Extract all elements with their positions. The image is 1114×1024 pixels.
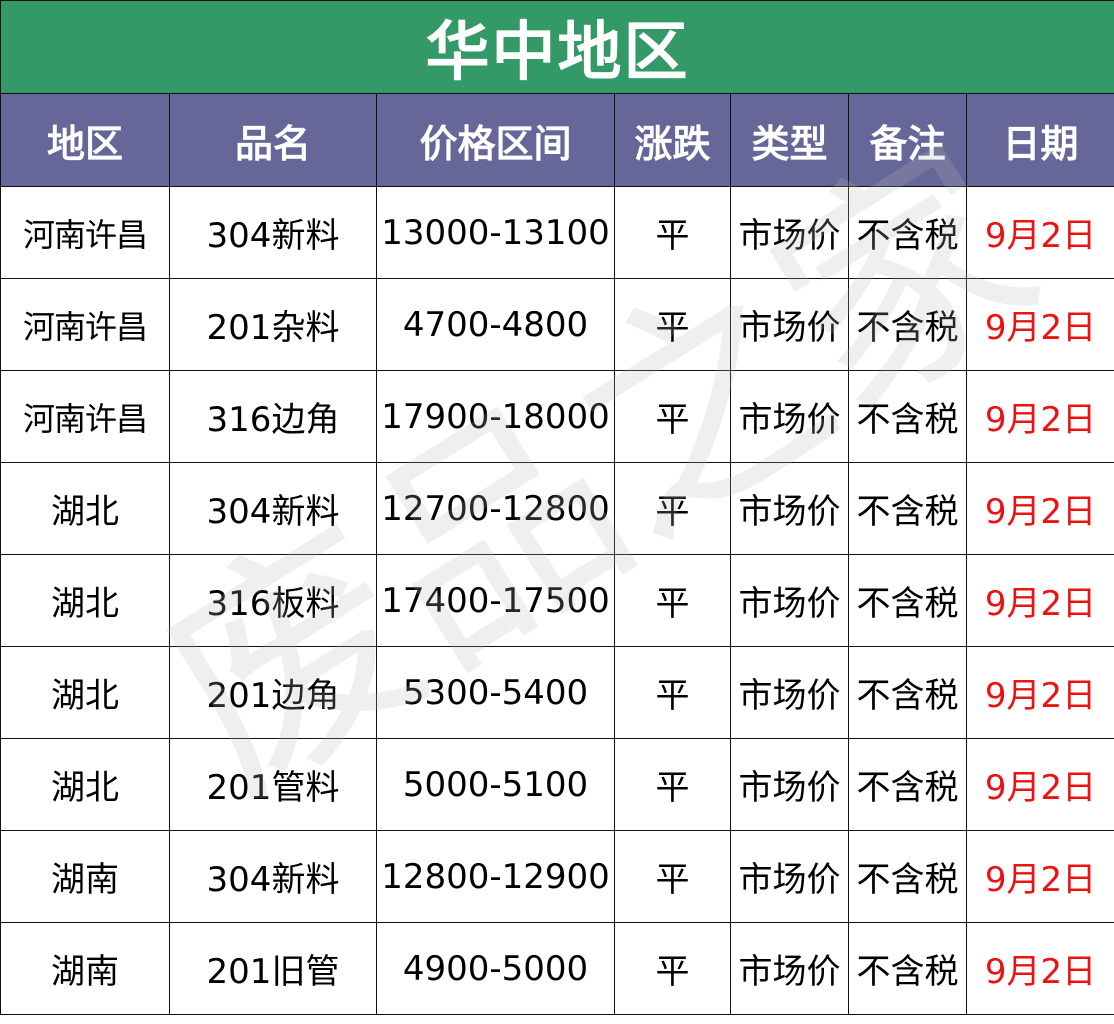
product-cell: 201管料 <box>169 738 377 831</box>
region-cell: 湖南 <box>0 830 170 923</box>
note-cell: 不含税 <box>848 370 967 463</box>
type-cell: 市场价 <box>730 554 849 647</box>
type-cell: 市场价 <box>730 922 849 1015</box>
column-header-date: 日期 <box>965 93 1114 187</box>
change-cell: 平 <box>614 922 731 1015</box>
date-cell: 9月2日 <box>965 830 1114 923</box>
region-cell: 河南许昌 <box>0 370 170 463</box>
table-row: 湖南 201旧管 4900-5000 平市场价 不含税 9月2日 <box>0 922 1114 1015</box>
price-range-cell: 13000-13100 <box>376 186 615 279</box>
note-cell: 不含税 <box>848 186 967 279</box>
date-cell: 9月2日 <box>965 186 1114 279</box>
column-header-change: 涨跌 <box>614 93 731 187</box>
note-cell: 不含税 <box>848 830 967 923</box>
header-row: 地区 品名 价格区间 涨跌 类型 备注 日期 <box>0 93 1114 187</box>
type-cell: 市场价 <box>730 186 849 279</box>
product-cell: 201杂料 <box>169 278 377 371</box>
change-cell: 平 <box>614 554 731 647</box>
price-range-cell: 4900-5000 <box>376 922 615 1015</box>
price-range-cell: 12800-12900 <box>376 830 615 923</box>
change-cell: 平 <box>614 738 731 831</box>
note-cell: 不含税 <box>848 462 967 555</box>
type-cell: 市场价 <box>730 278 849 371</box>
table-row: 河南许昌 304新料 13000-13100 平市场价 不含税 9月2日 <box>0 186 1114 279</box>
note-cell: 不含税 <box>848 646 967 739</box>
table-row: 河南许昌 316边角 17900-18000 平市场价 不含税 9月2日 <box>0 370 1114 463</box>
price-table: 华中地区 地区 品名 价格区间 涨跌 类型 备注 日期 河南许昌 304新料 130… <box>0 0 1114 1015</box>
note-cell: 不含税 <box>848 554 967 647</box>
date-cell: 9月2日 <box>965 646 1114 739</box>
date-cell: 9月2日 <box>965 462 1114 555</box>
product-cell: 201边角 <box>169 646 377 739</box>
product-cell: 304新料 <box>169 462 377 555</box>
column-header-product: 品名 <box>169 93 377 187</box>
region-cell: 湖南 <box>0 922 170 1015</box>
table-title: 华中地区 <box>0 0 1114 94</box>
column-header-note: 备注 <box>848 93 967 187</box>
product-cell: 304新料 <box>169 830 377 923</box>
change-cell: 平 <box>614 278 731 371</box>
date-cell: 9月2日 <box>965 554 1114 647</box>
price-range-cell: 4700-4800 <box>376 278 615 371</box>
type-cell: 市场价 <box>730 370 849 463</box>
region-cell: 湖北 <box>0 554 170 647</box>
note-cell: 不含税 <box>848 278 967 371</box>
table-row: 湖南 304新料 12800-12900 平市场价 不含税 9月2日 <box>0 830 1114 923</box>
product-cell: 304新料 <box>169 186 377 279</box>
table-row: 湖北 201边角 5300-5400 平市场价 不含税 9月2日 <box>0 646 1114 739</box>
table-row: 湖北 316板料 17400-17500 平市场价 不含税 9月2日 <box>0 554 1114 647</box>
table-body: 河南许昌 304新料 13000-13100 平市场价 不含税 9月2日 河南许昌 201杂料… <box>0 186 1114 1015</box>
date-cell: 9月2日 <box>965 278 1114 371</box>
table-row: 湖北 201管料 5000-5100 平市场价 不含税 9月2日 <box>0 738 1114 831</box>
table-row: 湖北 304新料 12700-12800 平市场价 不含税 9月2日 <box>0 462 1114 555</box>
change-cell: 平 <box>614 646 731 739</box>
price-range-cell: 12700-12800 <box>376 462 615 555</box>
change-cell: 平 <box>614 186 731 279</box>
region-cell: 河南许昌 <box>0 278 170 371</box>
change-cell: 平 <box>614 370 731 463</box>
type-cell: 市场价 <box>730 646 849 739</box>
region-cell: 湖北 <box>0 738 170 831</box>
price-sheet: 华中地区 地区 品名 价格区间 涨跌 类型 备注 日期 河南许昌 304新料 130… <box>0 0 1114 1024</box>
price-range-cell: 5300-5400 <box>376 646 615 739</box>
change-cell: 平 <box>614 462 731 555</box>
product-cell: 316边角 <box>169 370 377 463</box>
type-cell: 市场价 <box>730 462 849 555</box>
column-header-type: 类型 <box>730 93 849 187</box>
price-range-cell: 5000-5100 <box>376 738 615 831</box>
region-cell: 湖北 <box>0 646 170 739</box>
note-cell: 不含税 <box>848 922 967 1015</box>
date-cell: 9月2日 <box>965 738 1114 831</box>
column-header-region: 地区 <box>0 93 170 187</box>
price-range-cell: 17400-17500 <box>376 554 615 647</box>
type-cell: 市场价 <box>730 830 849 923</box>
region-cell: 湖北 <box>0 462 170 555</box>
product-cell: 201旧管 <box>169 922 377 1015</box>
product-cell: 316板料 <box>169 554 377 647</box>
note-cell: 不含税 <box>848 738 967 831</box>
change-cell: 平 <box>614 830 731 923</box>
date-cell: 9月2日 <box>965 370 1114 463</box>
type-cell: 市场价 <box>730 738 849 831</box>
table-row: 河南许昌 201杂料 4700-4800 平市场价 不含税 9月2日 <box>0 278 1114 371</box>
price-range-cell: 17900-18000 <box>376 370 615 463</box>
title-row: 华中地区 <box>0 0 1114 94</box>
column-header-price-range: 价格区间 <box>376 93 615 187</box>
date-cell: 9月2日 <box>965 922 1114 1015</box>
region-cell: 河南许昌 <box>0 186 170 279</box>
